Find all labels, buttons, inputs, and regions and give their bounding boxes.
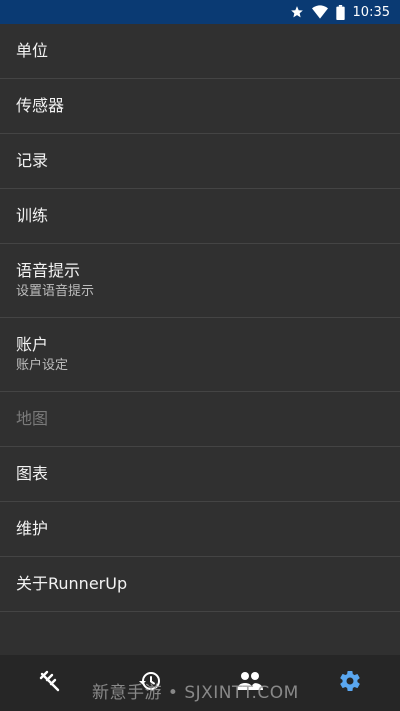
- menu-item-title: 单位: [16, 41, 49, 60]
- menu-item-title: 传感器: [16, 96, 65, 115]
- watermark: 新意手游 • SJXINTT.COM: [92, 683, 299, 703]
- menu-item-maintenance[interactable]: 维护: [0, 502, 400, 557]
- menu-item-about[interactable]: 关于RunnerUp: [0, 557, 400, 612]
- menu-item-title: 训练: [16, 206, 49, 225]
- menu-item-title: 账户: [16, 335, 49, 354]
- settings-screen: 10:35 单位 传感器 记录 训练 语音提示 设置语音提示 账户 账户设定 地…: [0, 0, 400, 711]
- menu-item-recording[interactable]: 记录: [0, 134, 400, 189]
- menu-item-accounts[interactable]: 账户 账户设定: [0, 318, 400, 392]
- status-time: 10:35: [352, 4, 390, 20]
- workout-icon: [38, 669, 62, 697]
- nav-settings[interactable]: [300, 655, 400, 711]
- menu-item-workout[interactable]: 训练: [0, 189, 400, 244]
- menu-item-title: 记录: [16, 151, 49, 170]
- star-icon: [290, 5, 304, 19]
- menu-item-audio-cues[interactable]: 语音提示 设置语音提示: [0, 244, 400, 318]
- menu-item-title: 图表: [16, 464, 49, 483]
- menu-item-subtitle: 账户设定: [16, 358, 69, 373]
- wifi-icon: [311, 5, 328, 19]
- menu-item-title: 语音提示: [16, 261, 81, 280]
- menu-item-title: 关于RunnerUp: [16, 574, 128, 593]
- menu-item-map: 地图: [0, 392, 400, 447]
- status-bar: 10:35: [0, 0, 400, 24]
- settings-menu: 单位 传感器 记录 训练 语音提示 设置语音提示 账户 账户设定 地图 图表 维…: [0, 24, 400, 612]
- menu-item-units[interactable]: 单位: [0, 24, 400, 79]
- battery-icon: [335, 4, 345, 20]
- menu-item-subtitle: 设置语音提示: [16, 284, 95, 299]
- menu-item-sensors[interactable]: 传感器: [0, 79, 400, 134]
- menu-item-title: 地图: [16, 409, 49, 428]
- nav-start-workout[interactable]: [0, 655, 100, 711]
- menu-item-graph[interactable]: 图表: [0, 447, 400, 502]
- gear-icon: [338, 669, 362, 697]
- menu-item-title: 维护: [16, 519, 49, 538]
